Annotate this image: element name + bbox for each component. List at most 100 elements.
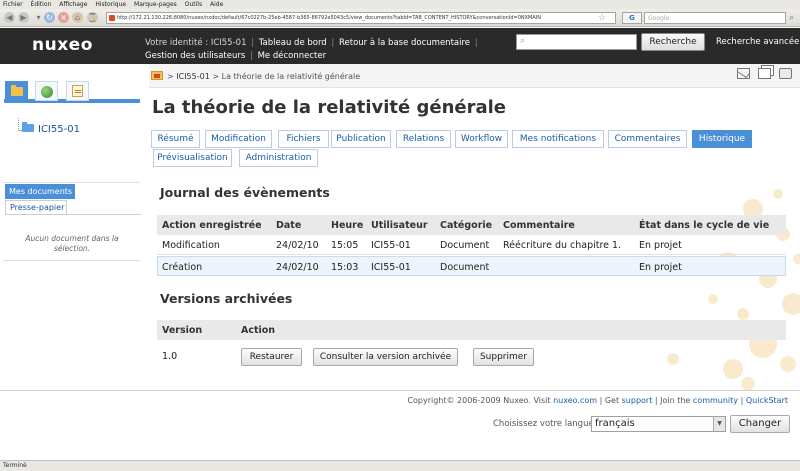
dropdown-arrow-icon[interactable]: ▾ [33,12,44,23]
support-link[interactable]: support [622,396,653,405]
change-language-button[interactable]: Changer [730,415,790,433]
browser-search-input[interactable]: Google [644,12,786,24]
table-row: 1.0 Restaurer Consulter la version archi… [157,340,786,372]
document-actions [732,68,792,82]
reload-icon[interactable]: ↻ [44,12,55,23]
app-header: nuxeo Votre identité : ICI55-01 | Tablea… [0,28,800,64]
breadcrumb-separator: > [212,72,220,81]
tree-item-workspace[interactable]: ICI55-01 [18,118,80,135]
back-arrow-icon[interactable]: ◀ [4,12,15,23]
tab-fichiers[interactable]: Fichiers [278,130,329,148]
navigation-tabs [4,78,140,103]
community-link[interactable]: community [693,396,738,405]
mail-icon[interactable] [736,68,750,79]
tab-my-documents[interactable]: Mes documents [5,184,75,199]
menu-marque-pages[interactable]: Marque-pages [134,1,177,8]
column-header: Date [276,220,302,231]
column-header: État dans le cycle de vie [639,220,770,231]
divider [3,260,140,261]
tab-administration[interactable]: Administration [239,149,318,167]
folder-icon [22,122,34,132]
note-edit-icon [72,85,83,97]
tab-navigation-tree[interactable] [5,81,28,101]
url-field[interactable]: http://172.21.130.226:8080/nuxeo/nxdoc/d… [106,12,616,24]
breadcrumb-item-document: La théorie de la relativité générale [221,72,361,81]
tab-previsualisation[interactable]: Prévisualisation [153,149,232,167]
breadcrumb-trail: > ICI55-01 > La théorie de la relativité… [167,72,360,81]
tab-commentaires[interactable]: Commentaires [608,130,687,148]
tab-publication[interactable]: Publication [331,130,391,148]
table-cell: ICI55-01 [371,240,411,251]
sidebar: ICI55-01 Mes documents Presse-papier Auc… [0,64,143,390]
view-archived-version-button[interactable]: Consulter la version archivée [313,348,458,366]
tab-navigation-domains[interactable] [35,81,58,101]
breadcrumb-item-workspace[interactable]: ICI55-01 [176,72,210,81]
tab-clipboard[interactable]: Presse-papier [5,200,67,214]
browser-status-bar: Terminé [0,460,800,471]
user-management-link[interactable]: Gestion des utilisateurs [145,51,245,61]
table-row[interactable]: Création 24/02/10 15:03 ICI55-01 Documen… [157,256,786,276]
forward-arrow-icon[interactable]: ▶ [18,12,29,23]
tab-resume[interactable]: Résumé [151,130,200,148]
tab-workflow[interactable]: Workflow [455,130,508,148]
history-icon[interactable]: ⌛ [87,12,98,23]
menu-edition[interactable]: Édition [31,1,52,8]
back-to-docs-link[interactable]: Retour à la base documentaire [339,38,470,48]
column-header: Action enregistrée [162,220,262,231]
search-button[interactable]: Recherche [641,33,705,51]
tab-navigation-notes[interactable] [66,81,89,101]
breadcrumb: > ICI55-01 > La théorie de la relativité… [149,64,800,88]
menu-affichage[interactable]: Affichage [59,1,87,8]
print-icon[interactable] [779,68,792,79]
history-section-title: Journal des évènements [160,185,330,200]
quickstart-link[interactable]: QuickStart [746,396,788,405]
table-cell: 24/02/10 [276,240,319,251]
table-cell: 24/02/10 [276,262,319,273]
search-input[interactable]: ⌕ [516,34,637,50]
table-cell: En projet [639,262,682,273]
nuxeo-site-link[interactable]: nuxeo.com [553,396,597,405]
browser-navbar: ◀ ▶ ▾ ↻ × ⌂ ⌛ http://172.21.130.226:8080… [0,9,800,27]
delete-version-button[interactable]: Supprimer [473,348,534,366]
stop-icon[interactable]: × [58,12,69,23]
selection-tabs: Mes documents Presse-papier [5,184,141,215]
menu-outils[interactable]: Outils [185,1,202,8]
nuxeo-logo[interactable]: nuxeo [32,35,93,55]
footer-text: | Get [599,396,620,405]
table-cell: ICI55-01 [371,262,411,273]
bookmark-star-icon[interactable]: ☆ [598,12,606,24]
table-row[interactable]: Modification 24/02/10 15:05 ICI55-01 Doc… [157,235,786,255]
search-engine-button[interactable]: G [622,12,642,24]
logout-link[interactable]: Me déconnecter [258,51,327,61]
tree-item-label: ICI55-01 [38,124,80,135]
advanced-search-link[interactable]: Recherche avancée [716,37,799,47]
identity-label: Votre identité : [145,38,211,48]
column-header: Heure [331,220,364,231]
column-header: Catégorie [440,220,493,231]
restore-button[interactable]: Restaurer [241,348,302,366]
page-title: La théorie de la relativité générale [152,97,507,118]
tab-mes-notifications[interactable]: Mes notifications [512,130,604,148]
tab-historique[interactable]: Historique [692,130,752,148]
browser-search-icon[interactable]: ⌕ [789,13,794,23]
copyright-label: Copyright© 2006-2009 Nuxeo. Visit [407,396,551,405]
search-icon: ⌕ [520,36,526,46]
menu-historique[interactable]: Historique [95,1,126,8]
menu-fichier[interactable]: Fichier [3,1,23,8]
copy-icon[interactable] [757,68,771,79]
tab-relations[interactable]: Relations [396,130,451,148]
home-icon[interactable]: ⌂ [72,12,83,23]
user-info: Votre identité : ICI55-01 | Tableau de b… [145,38,478,61]
language-label: Choisissez votre langue : [493,419,600,429]
dashboard-link[interactable]: Tableau de bord [259,38,327,48]
column-header: Action [241,325,276,336]
language-select[interactable]: français ▼ [591,416,726,432]
column-header: Commentaire [503,220,575,231]
divider [5,214,141,215]
tab-modification[interactable]: Modification [205,130,272,148]
table-cell: 15:03 [331,262,359,273]
menu-aide[interactable]: Aide [210,1,223,8]
up-folder-icon[interactable] [151,71,163,80]
version-number: 1.0 [162,351,178,362]
footer-separator: | [740,396,744,405]
